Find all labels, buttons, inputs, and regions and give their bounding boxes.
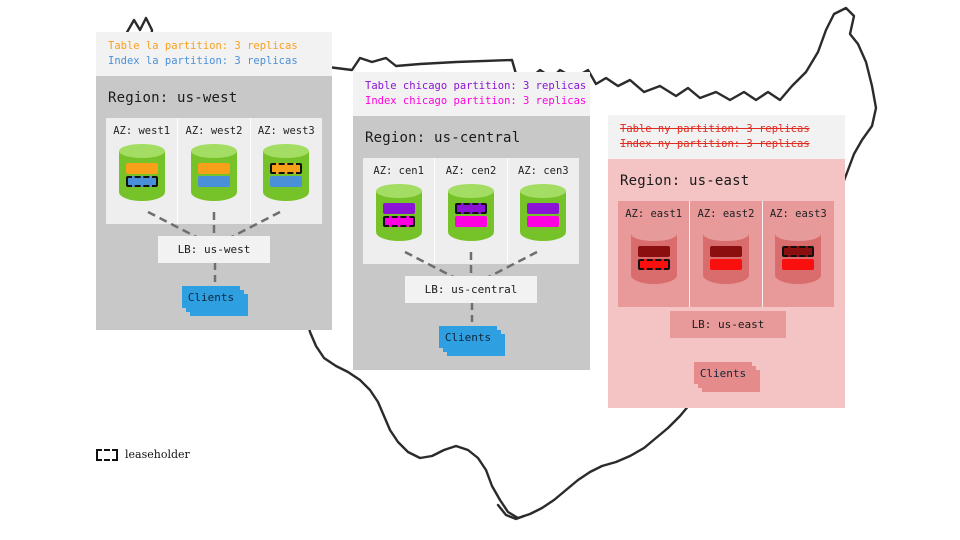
- clients-label: Clients: [187, 290, 235, 304]
- cylinder-top: [447, 184, 494, 198]
- az-strip-us-east: AZ: east1 AZ: east2 AZ: east3: [618, 201, 834, 307]
- note-box-us-east: Table ny partition: 3 replicas Index ny …: [608, 115, 845, 159]
- region-title-us-central: Region: us-central: [365, 130, 521, 146]
- az-cell-east3: AZ: east3: [761, 201, 834, 307]
- table-replica-bar-leaseholder: [782, 246, 815, 257]
- note-line-index: Index chicago partition: 3 replicas: [365, 95, 587, 108]
- table-replica-bar-leaseholder: [454, 203, 487, 214]
- table-replica-bar: [527, 203, 560, 214]
- note-box-us-west: Table la partition: 3 replicas Index la …: [96, 32, 332, 76]
- clients-label: Clients: [699, 366, 747, 380]
- note-line-index: Index ny partition: 3 replicas: [620, 138, 810, 151]
- load-balancer-label: LB: us-east: [691, 318, 765, 331]
- index-replica-bar: [709, 259, 742, 270]
- replica-cylinder-west3: [263, 144, 310, 206]
- az-label-west2: AZ: west2: [185, 125, 243, 137]
- region-panel-us-east: Region: us-east AZ: east1 AZ: east2 AZ: …: [608, 159, 845, 408]
- index-replica-bar-leaseholder: [382, 216, 415, 227]
- note-line-table: Table ny partition: 3 replicas: [620, 123, 810, 135]
- az-label-cen3: AZ: cen3: [518, 165, 569, 177]
- replica-cylinder-cen2: [447, 184, 494, 246]
- az-cell-east1: AZ: east1: [618, 201, 689, 307]
- load-balancer-label: LB: us-west: [177, 243, 251, 256]
- region-panel-us-west: Region: us-west AZ: west1 AZ: west2 AZ: …: [96, 76, 332, 330]
- index-replica-bar: [782, 259, 815, 270]
- clients-box-us-central[interactable]: Clients: [439, 326, 497, 348]
- replica-cylinder-east1: [630, 227, 677, 289]
- replica-cylinder-east2: [702, 227, 749, 289]
- note-box-us-central: Table chicago partition: 3 replicas Inde…: [353, 72, 590, 116]
- region-panel-us-central: Region: us-central AZ: cen1 AZ: cen2 AZ:…: [353, 116, 590, 370]
- region-title-us-west: Region: us-west: [108, 90, 238, 106]
- load-balancer-us-east[interactable]: LB: us-east: [670, 311, 786, 338]
- load-balancer-us-west[interactable]: LB: us-west: [158, 236, 270, 263]
- legend-label: leaseholder: [125, 448, 190, 461]
- cylinder-top: [118, 144, 165, 158]
- az-label-east1: AZ: east1: [625, 208, 683, 220]
- replica-cylinder-west2: [190, 144, 237, 206]
- cylinder-top: [775, 227, 822, 241]
- replica-cylinder-east3: [775, 227, 822, 289]
- az-label-cen2: AZ: cen2: [445, 165, 497, 177]
- region-title-us-east: Region: us-east: [620, 173, 750, 189]
- table-replica-bar-leaseholder: [270, 163, 303, 174]
- az-cell-east2: AZ: east2: [689, 201, 761, 307]
- index-replica-bar-leaseholder: [125, 176, 158, 187]
- legend: leaseholder: [96, 448, 190, 461]
- az-label-east2: AZ: east2: [697, 208, 755, 220]
- cylinder-top: [190, 144, 237, 158]
- clients-stack-us-central[interactable]: Clients: [439, 326, 507, 356]
- replica-cylinder-cen3: [520, 184, 567, 246]
- cylinder-top: [263, 144, 310, 158]
- az-label-east3: AZ: east3: [769, 208, 827, 220]
- cylinder-top: [630, 227, 677, 241]
- note-line-table: Table chicago partition: 3 replicas: [365, 80, 587, 92]
- az-label-cen1: AZ: cen1: [373, 165, 424, 177]
- table-replica-bar: [637, 246, 670, 257]
- index-replica-bar: [527, 216, 560, 227]
- table-replica-bar: [382, 203, 415, 214]
- load-balancer-label: LB: us-central: [424, 283, 518, 296]
- clients-label: Clients: [444, 330, 492, 344]
- cylinder-top: [520, 184, 567, 198]
- index-replica-bar: [197, 176, 230, 187]
- table-replica-bar: [197, 163, 230, 174]
- replica-cylinder-cen1: [375, 184, 422, 246]
- replica-cylinder-west1: [118, 144, 165, 206]
- cylinder-top: [702, 227, 749, 241]
- diagram-canvas: Table la partition: 3 replicas Index la …: [0, 0, 960, 540]
- leaseholder-swatch-icon: [96, 448, 118, 461]
- table-replica-bar: [709, 246, 742, 257]
- index-replica-bar: [270, 176, 303, 187]
- clients-stack-us-west[interactable]: Clients: [182, 286, 250, 316]
- index-replica-bar: [454, 216, 487, 227]
- load-balancer-us-central[interactable]: LB: us-central: [405, 276, 537, 303]
- cylinder-top: [375, 184, 422, 198]
- note-line-index: Index la partition: 3 replicas: [108, 55, 298, 68]
- note-line-table: Table la partition: 3 replicas: [108, 40, 298, 52]
- table-replica-bar: [125, 163, 158, 174]
- index-replica-bar-leaseholder: [637, 259, 670, 270]
- clients-box-us-east[interactable]: Clients: [694, 362, 752, 384]
- clients-box-us-west[interactable]: Clients: [182, 286, 240, 308]
- clients-stack-us-east[interactable]: Clients: [694, 362, 762, 392]
- az-label-west3: AZ: west3: [257, 125, 315, 137]
- az-label-west1: AZ: west1: [113, 125, 171, 137]
